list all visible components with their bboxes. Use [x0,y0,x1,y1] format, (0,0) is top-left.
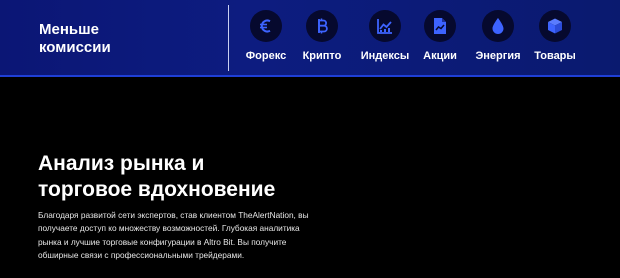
category-commodities-label: Товары [534,50,576,62]
category-crypto-label: Крипто [302,50,342,62]
box-icon [539,10,571,42]
headline-line-2: торговое вдохновение [38,178,276,201]
description-line-4: обширные связи с профессиональными трейд… [38,249,245,260]
commission-banner: Меньше комиссии Форекс Крипто Индексы Ак… [0,0,620,77]
headline-line-1: Анализ рынка и [38,152,205,175]
drop-icon [482,10,514,42]
category-commodities[interactable]: Товары [520,10,590,62]
description-line-1: Благодаря развитой сети экспертов, став … [38,210,309,220]
euro-icon [250,10,282,42]
banner-title-line-1: Меньше [39,21,99,38]
banner-divider [228,5,229,71]
section-description: Благодаря развитой сети экспертов, став … [38,209,338,262]
description-line-3: рынка и лучшие торговые конфигурации в A… [38,236,287,247]
bitcoin-icon [306,10,338,42]
stock-document-icon [424,10,456,42]
description-line-2: получаете доступ ко множеству возможност… [38,223,300,234]
banner-title: Меньше комиссии [39,21,199,57]
banner-title-line-2: комиссии [39,39,111,56]
chart-icon [369,10,401,42]
section-headline: Анализ рынка и торговое вдохновение [38,151,438,203]
category-crypto[interactable]: Крипто [287,10,357,62]
